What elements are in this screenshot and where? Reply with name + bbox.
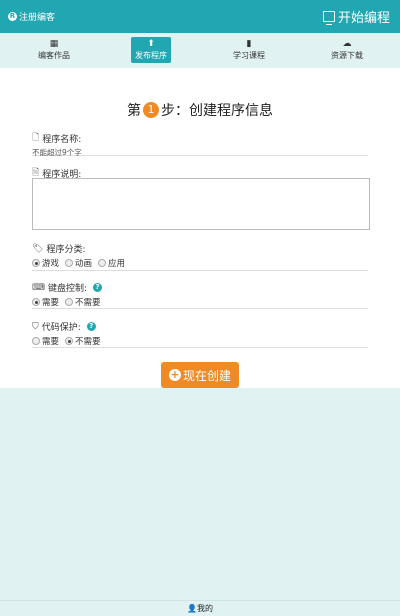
program-name-field[interactable]: 🗋 程序名称: 不能超过9个字 xyxy=(32,130,368,157)
help-icon[interactable]: ? xyxy=(93,283,103,292)
radio-dot xyxy=(65,259,74,267)
radio-dot xyxy=(65,298,74,306)
help-icon[interactable]: ? xyxy=(86,322,96,331)
code-protection-label-row: ⛉ 代码保护: ? xyxy=(32,320,368,333)
program-name-label-row: 🗋 程序名称: xyxy=(32,130,368,146)
program-name-hint: 不能超过9个字 xyxy=(32,148,82,157)
program-description-input[interactable] xyxy=(32,178,370,230)
nav-item-label: 学习课程 xyxy=(233,51,265,60)
radio-label: 不需要 xyxy=(75,298,101,308)
nav-item-label: 编客作品 xyxy=(38,51,70,60)
create-program-panel: 第 1 步：创建程序信息 🗋 程序名称: 不能超过9个字 🗎 程序说明: 🏷 程… xyxy=(0,68,400,388)
category-radio-group: 游戏 动画 应用 xyxy=(32,257,368,269)
bottom-bar: 👤我的 xyxy=(0,600,400,616)
radio-dot xyxy=(32,259,40,267)
user-icon: 👤 xyxy=(187,604,197,613)
me-tab[interactable]: 👤我的 xyxy=(187,604,213,613)
nav-item-courses[interactable]: ▮ 学习课程 xyxy=(227,37,271,63)
keyboard-control-label-row: ⌨ 键盘控制: ? xyxy=(32,281,368,294)
tags-icon: 🏷 xyxy=(32,243,44,254)
radio-label: 游戏 xyxy=(42,259,60,269)
keyboard-icon: ⌨ xyxy=(32,282,45,293)
radio-label: 需要 xyxy=(42,298,60,308)
monitor-icon xyxy=(322,11,335,25)
step-number-badge: 1 xyxy=(143,102,159,118)
radio-label: 动画 xyxy=(75,259,93,269)
shield-icon: ⛉ xyxy=(32,321,39,332)
keyboard-radio-group: 需要 不需要 xyxy=(32,296,368,308)
category-radio-app[interactable]: 应用 xyxy=(98,257,125,269)
upload-icon: ⬆ xyxy=(147,39,155,49)
protection-radio-no[interactable]: 不需要 xyxy=(65,335,101,347)
nav-item-label: 发布程序 xyxy=(135,51,167,60)
grid-icon: ▦ xyxy=(49,39,59,49)
code-protection-label: 代码保护: xyxy=(41,323,81,333)
plus-circle-icon: + xyxy=(168,368,181,381)
cloud-download-icon: ☁ xyxy=(342,39,352,49)
keyboard-control-field: ⌨ 键盘控制: ? 需要 不需要 xyxy=(32,281,368,309)
program-name-label: 程序名称: xyxy=(42,134,82,145)
book-icon: ▮ xyxy=(246,39,252,49)
radio-label: 不需要 xyxy=(75,337,101,347)
category-radio-animation[interactable]: 动画 xyxy=(65,257,92,269)
register-label: 注册编客 xyxy=(19,13,56,23)
radio-dot xyxy=(32,337,40,345)
file-icon: 🗋 xyxy=(32,133,40,143)
program-description-field: 🗎 程序说明: xyxy=(32,165,370,235)
top-bar: R 注册编客 开始编程 xyxy=(0,0,400,33)
protection-radio-yes[interactable]: 需要 xyxy=(32,335,59,347)
register-link[interactable]: R 注册编客 xyxy=(8,10,55,23)
nav-item-publish[interactable]: ⬆ 发布程序 xyxy=(131,37,171,63)
nav-item-works[interactable]: ▦ 编客作品 xyxy=(32,37,76,63)
radio-dot xyxy=(65,337,74,345)
radio-label: 需要 xyxy=(42,337,60,347)
radio-dot xyxy=(32,298,40,306)
me-label: 我的 xyxy=(196,604,213,613)
program-category-label: 程序分类: xyxy=(46,245,86,255)
create-now-button[interactable]: + 现在创建 xyxy=(161,362,239,388)
keyboard-radio-yes[interactable]: 需要 xyxy=(32,296,59,308)
keyboard-control-label: 键盘控制: xyxy=(48,284,88,294)
code-protection-field: ⛉ 代码保护: ? 需要 不需要 xyxy=(32,320,368,348)
program-category-field: 🏷 程序分类: 游戏 动画 应用 xyxy=(32,242,368,271)
create-now-label: 现在创建 xyxy=(182,368,231,383)
registered-icon: R xyxy=(8,12,17,21)
radio-label: 应用 xyxy=(108,259,126,269)
nav-item-label: 资源下载 xyxy=(331,51,363,60)
program-category-label-row: 🏷 程序分类: xyxy=(32,242,368,256)
page-title: 第 1 步：创建程序信息 xyxy=(0,100,400,120)
protection-radio-group: 需要 不需要 xyxy=(32,335,368,347)
radio-dot xyxy=(98,259,107,267)
step-prefix: 第 xyxy=(127,103,141,119)
keyboard-radio-no[interactable]: 不需要 xyxy=(65,296,101,308)
start-coding-button[interactable]: 开始编程 xyxy=(322,7,390,26)
nav-item-downloads[interactable]: ☁ 资源下载 xyxy=(325,37,369,63)
start-coding-label: 开始编程 xyxy=(337,11,390,26)
main-nav: ▦ 编客作品 ⬆ 发布程序 ▮ 学习课程 ☁ 资源下载 xyxy=(0,33,400,68)
category-radio-game[interactable]: 游戏 xyxy=(32,257,59,269)
step-suffix: 步：创建程序信息 xyxy=(161,103,273,119)
